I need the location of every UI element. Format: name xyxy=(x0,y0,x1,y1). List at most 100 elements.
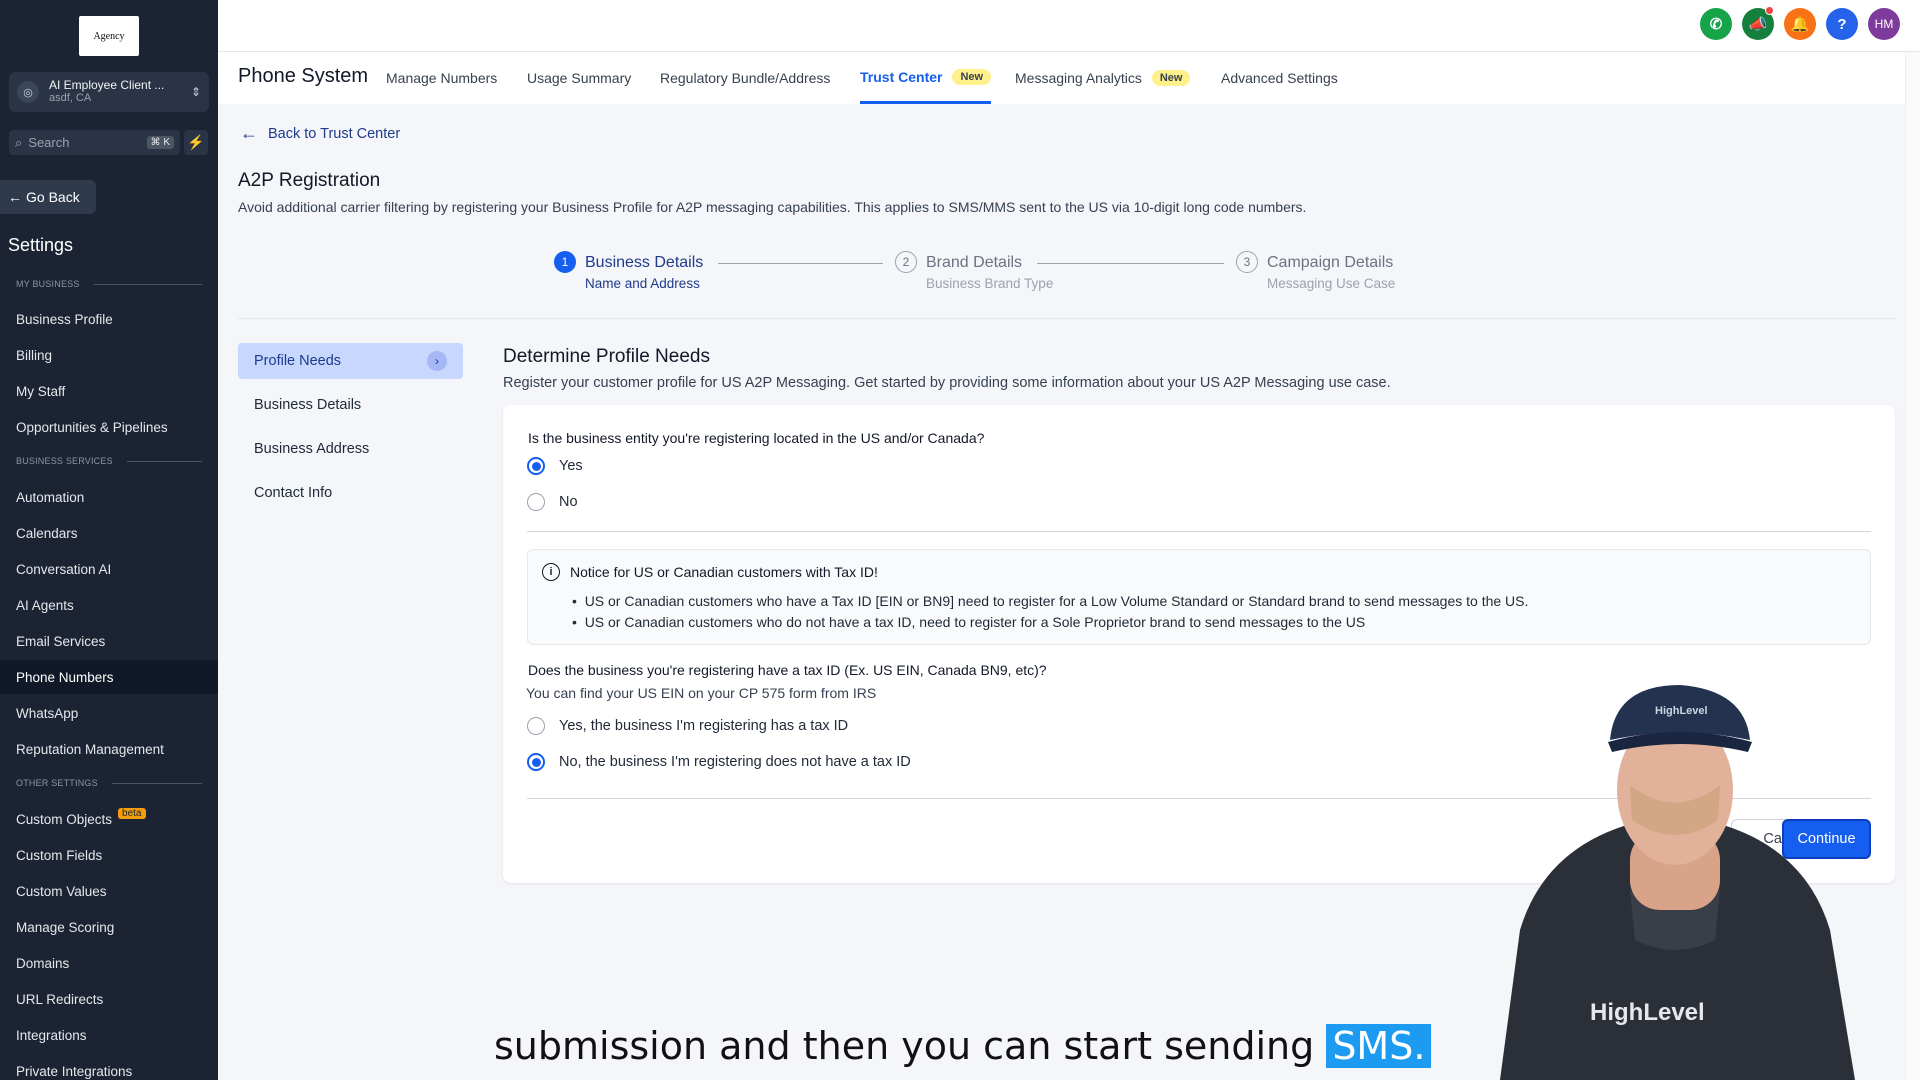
megaphone-icon[interactable]: 📣 xyxy=(1742,6,1774,40)
beta-badge: beta xyxy=(118,807,146,819)
tab-advanced-settings[interactable]: Advanced Settings xyxy=(1221,52,1338,104)
search-placeholder: Search xyxy=(28,135,70,150)
page-section-title: Phone System xyxy=(238,65,369,87)
sidebar-item-whatsapp[interactable]: WhatsApp xyxy=(0,696,218,730)
search-icon: ⌕ xyxy=(15,134,23,150)
top-bar: ✆ 📣 🔔 ? HM xyxy=(218,0,1920,52)
quick-action-bolt-icon[interactable]: ⚡ xyxy=(184,130,208,155)
section-title: Determine Profile Needs xyxy=(503,346,710,367)
sidebar-item-calendars[interactable]: Calendars xyxy=(0,516,218,550)
step-1-title: Business Details xyxy=(585,254,704,271)
page-heading: A2P Registration xyxy=(238,170,381,191)
new-badge: New xyxy=(1151,70,1191,86)
phone-system-nav: Phone System Manage Numbers Usage Summar… xyxy=(218,52,1920,104)
section-my-business: MY BUSINESS xyxy=(16,279,202,289)
info-icon: i xyxy=(542,563,560,581)
location-icon: ◎ xyxy=(17,81,39,103)
divider xyxy=(527,531,1871,532)
sidebar-item-my-staff[interactable]: My Staff xyxy=(0,374,218,408)
step-2-title: Brand Details xyxy=(926,254,1023,271)
step-connector xyxy=(718,263,883,264)
search-shortcut: ⌘ K xyxy=(146,136,174,149)
sidebar-item-custom-values[interactable]: Custom Values xyxy=(0,874,218,908)
radio-unchecked[interactable] xyxy=(527,493,545,511)
phone-icon[interactable]: ✆ xyxy=(1700,8,1732,40)
sidebar-item-ai-agents[interactable]: AI Agents xyxy=(0,588,218,622)
sidebar-item-private-integrations[interactable]: Private Integrations xyxy=(0,1054,218,1080)
user-avatar[interactable]: HM xyxy=(1868,8,1900,40)
sidebar-item-custom-objects[interactable]: Custom Objects beta xyxy=(0,802,218,836)
sidebar-item-automation[interactable]: Automation xyxy=(0,480,218,514)
tab-manage-numbers[interactable]: Manage Numbers xyxy=(386,52,497,104)
caption-text: submission and then you can start sendin… xyxy=(494,1024,1315,1068)
notice-title: Notice for US or Canadian customers with… xyxy=(570,564,878,580)
account-name: AI Employee Client ... xyxy=(49,78,165,92)
sidebar-item-custom-fields[interactable]: Custom Fields xyxy=(0,838,218,872)
tax-id-help: You can find your US EIN on your CP 575 … xyxy=(526,685,877,701)
account-switcher[interactable]: ◎ AI Employee Client ... asdf, CA ⇕ xyxy=(9,72,209,112)
chevron-right-icon: › xyxy=(427,351,447,371)
section-business-services: BUSINESS SERVICES xyxy=(16,456,202,466)
page-subheading: Avoid additional carrier filtering by re… xyxy=(238,199,1307,215)
section-other-settings: OTHER SETTINGS xyxy=(16,778,202,788)
account-location: asdf, CA xyxy=(49,92,92,104)
sidebar-item-opportunities[interactable]: Opportunities & Pipelines xyxy=(0,410,218,444)
agency-logo[interactable]: Agency xyxy=(79,16,139,56)
sidebar-item-manage-scoring[interactable]: Manage Scoring xyxy=(0,910,218,944)
settings-title: Settings xyxy=(8,235,74,255)
side-step-contact-info[interactable]: Contact Info xyxy=(238,475,463,511)
video-caption: submission and then you can start sendin… xyxy=(494,1024,1432,1068)
search-input[interactable]: ⌕ Search ⌘ K xyxy=(9,130,180,155)
divider xyxy=(238,318,1896,319)
step-3-circle: 3 xyxy=(1236,251,1258,273)
go-back-label: Go Back xyxy=(26,189,80,205)
step-1-subtitle: Name and Address xyxy=(585,276,700,291)
tab-usage-summary[interactable]: Usage Summary xyxy=(527,52,631,104)
step-2-circle: 2 xyxy=(895,251,917,273)
sidebar-item-reputation[interactable]: Reputation Management xyxy=(0,732,218,766)
page-scrollbar[interactable] xyxy=(1905,52,1920,1080)
back-to-trust-center-link[interactable]: ← Back to Trust Center xyxy=(240,123,400,144)
radio-location-no[interactable]: No xyxy=(527,493,578,511)
tab-regulatory-bundle[interactable]: Regulatory Bundle/Address xyxy=(660,52,830,104)
radio-location-yes[interactable]: Yes xyxy=(527,457,583,475)
sidebar-item-email-services[interactable]: Email Services xyxy=(0,624,218,658)
side-step-business-details[interactable]: Business Details xyxy=(238,387,463,423)
sidebar-item-business-profile[interactable]: Business Profile xyxy=(0,302,218,336)
go-back-button[interactable]: ← Go Back xyxy=(0,180,96,214)
notice-bullet: • US or Canadian customers who have a Ta… xyxy=(572,593,1529,609)
new-badge: New xyxy=(952,68,992,85)
step-3-subtitle: Messaging Use Case xyxy=(1267,276,1396,291)
side-step-business-address[interactable]: Business Address xyxy=(238,431,463,467)
radio-tax-id-yes[interactable]: Yes, the business I'm registering has a … xyxy=(527,717,848,735)
presenter-video-overlay: HighLevel HighLevel xyxy=(1500,685,1855,1080)
shirt-logo: HighLevel xyxy=(1590,999,1705,1026)
section-subtitle: Register your customer profile for US A2… xyxy=(503,375,1391,391)
sidebar-item-phone-numbers[interactable]: Phone Numbers xyxy=(0,660,218,694)
step-2-subtitle: Business Brand Type xyxy=(926,276,1054,291)
notification-dot xyxy=(1765,6,1774,15)
step-connector xyxy=(1037,263,1224,264)
arrow-left-icon: ← xyxy=(8,189,22,205)
question-tax-id: Does the business you're registering hav… xyxy=(528,662,1047,678)
arrow-left-icon: ← xyxy=(240,123,258,143)
help-icon[interactable]: ? xyxy=(1826,8,1858,40)
side-step-profile-needs[interactable]: Profile Needs › xyxy=(238,343,463,379)
sidebar-item-domains[interactable]: Domains xyxy=(0,946,218,980)
tab-trust-center[interactable]: Trust Center New xyxy=(860,52,992,104)
sidebar-item-integrations[interactable]: Integrations xyxy=(0,1018,218,1052)
notice-bullet: • US or Canadian customers who do not ha… xyxy=(572,614,1366,630)
step-3-title: Campaign Details xyxy=(1267,254,1394,271)
sidebar-item-billing[interactable]: Billing xyxy=(0,338,218,372)
radio-unchecked[interactable] xyxy=(527,717,545,735)
tab-messaging-analytics[interactable]: Messaging Analytics New xyxy=(1015,52,1191,104)
sidebar-item-url-redirects[interactable]: URL Redirects xyxy=(0,982,218,1016)
caption-highlight: SMS. xyxy=(1326,1024,1432,1068)
bell-icon[interactable]: 🔔 xyxy=(1784,8,1816,40)
sidebar: Agency ◎ AI Employee Client ... asdf, CA… xyxy=(0,0,218,1080)
sidebar-item-conversation-ai[interactable]: Conversation AI xyxy=(0,552,218,586)
radio-checked[interactable] xyxy=(527,753,545,771)
cap-logo: HighLevel xyxy=(1655,705,1708,717)
radio-checked[interactable] xyxy=(527,457,545,475)
radio-tax-id-no[interactable]: No, the business I'm registering does no… xyxy=(527,753,911,771)
